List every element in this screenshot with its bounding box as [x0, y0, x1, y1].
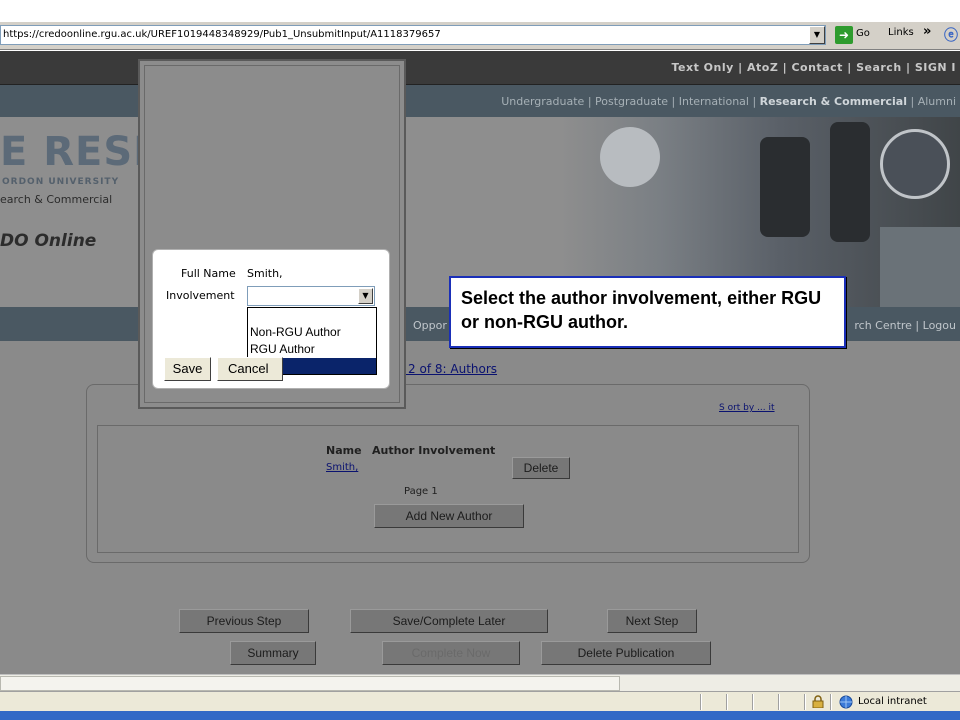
go-button[interactable]: Go	[856, 28, 870, 39]
section-link-research[interactable]: Research & Commercial	[760, 95, 907, 108]
save-button[interactable]: Save	[164, 357, 211, 381]
section-links-plain[interactable]: Undergraduate | Postgraduate | Internati…	[501, 95, 759, 108]
involvement-select[interactable]: ▼	[247, 286, 375, 306]
lock-icon	[812, 695, 824, 708]
option-non-rgu-author[interactable]: Non-RGU Author	[248, 324, 376, 340]
status-separator	[778, 694, 780, 710]
url-dropdown-button[interactable]: ▼	[809, 26, 825, 44]
utility-links[interactable]: Text Only | AtoZ | Contact | Search | SI…	[672, 61, 957, 74]
local-intranet-icon	[839, 695, 853, 709]
column-header-involvement: Author Involvement	[372, 444, 496, 457]
links-button[interactable]: Links	[888, 27, 914, 38]
horizontal-scrollbar[interactable]	[0, 674, 960, 691]
taskbar	[0, 711, 960, 720]
go-arrow-icon[interactable]: ➜	[835, 26, 853, 44]
author-popup-dialog: Full Name Smith, Involvement ▼ Non-RGU A…	[152, 249, 390, 389]
brand-area: earch & Commercial	[0, 193, 113, 206]
authors-panel: S ort by ... it Name Author Involvement …	[86, 384, 810, 563]
university-crest-icon	[880, 129, 950, 199]
callout-text: Select the author involvement, either RG…	[461, 288, 822, 332]
next-step-button[interactable]: Next Step	[607, 609, 697, 633]
main-nav-right-links[interactable]: rch Centre | Logou	[854, 319, 956, 332]
step-link[interactable]: P 2 of 8: Authors	[397, 362, 497, 376]
brand-system-name: DO Online	[0, 231, 97, 251]
column-header-name: Name	[326, 444, 362, 457]
option-rgu-author[interactable]: RGU Author	[248, 341, 376, 357]
complete-now-button[interactable]: Complete Now	[382, 641, 520, 665]
browser-logo-icon: ⓔ	[944, 28, 958, 44]
save-complete-later-button[interactable]: Save/Complete Later	[350, 609, 548, 633]
add-new-author-button[interactable]: Add New Author	[374, 504, 524, 528]
lab-equipment-shape-2	[830, 122, 870, 242]
address-bar: https://credoonline.rgu.ac.uk/UREF101944…	[0, 22, 960, 50]
sort-link[interactable]: S ort by ... it	[719, 403, 775, 413]
links-chevron-icon[interactable]: »	[923, 24, 931, 39]
main-nav-left-link[interactable]: Oppor	[413, 319, 447, 332]
full-name-value: Smith,	[247, 267, 283, 280]
delete-author-button[interactable]: Delete	[512, 457, 570, 479]
previous-step-button[interactable]: Previous Step	[179, 609, 309, 633]
cancel-button[interactable]: Cancel	[217, 357, 283, 381]
status-bar: Local intranet	[0, 691, 960, 711]
monitor-shape	[880, 227, 960, 307]
summary-button[interactable]: Summary	[230, 641, 316, 665]
chevron-down-icon[interactable]: ▼	[358, 288, 373, 304]
section-links[interactable]: Undergraduate | Postgraduate | Internati…	[501, 95, 956, 108]
status-separator	[700, 694, 702, 710]
section-links-tail[interactable]: | Alumni	[907, 95, 956, 108]
involvement-label: Involvement	[166, 289, 235, 302]
lab-equipment-shape	[760, 137, 810, 237]
authors-table: Name Author Involvement Smith, Delete Pa…	[97, 425, 799, 553]
delete-publication-button[interactable]: Delete Publication	[541, 641, 711, 665]
full-name-label: Full Name	[181, 267, 236, 280]
brand-subtitle: ORDON UNIVERSITY	[2, 177, 120, 187]
status-separator	[752, 694, 754, 710]
status-separator	[726, 694, 728, 710]
page-indicator: Page 1	[404, 486, 438, 497]
scrollbar-thumb[interactable]	[0, 676, 620, 691]
instruction-callout: Select the author involvement, either RG…	[449, 276, 846, 348]
status-separator	[830, 694, 832, 710]
status-separator	[804, 694, 806, 710]
security-zone-label: Local intranet	[858, 696, 927, 707]
author-name-link[interactable]: Smith,	[326, 462, 358, 473]
microscope-shape	[600, 127, 660, 187]
url-input[interactable]: https://credoonline.rgu.ac.uk/UREF101944…	[0, 25, 826, 45]
